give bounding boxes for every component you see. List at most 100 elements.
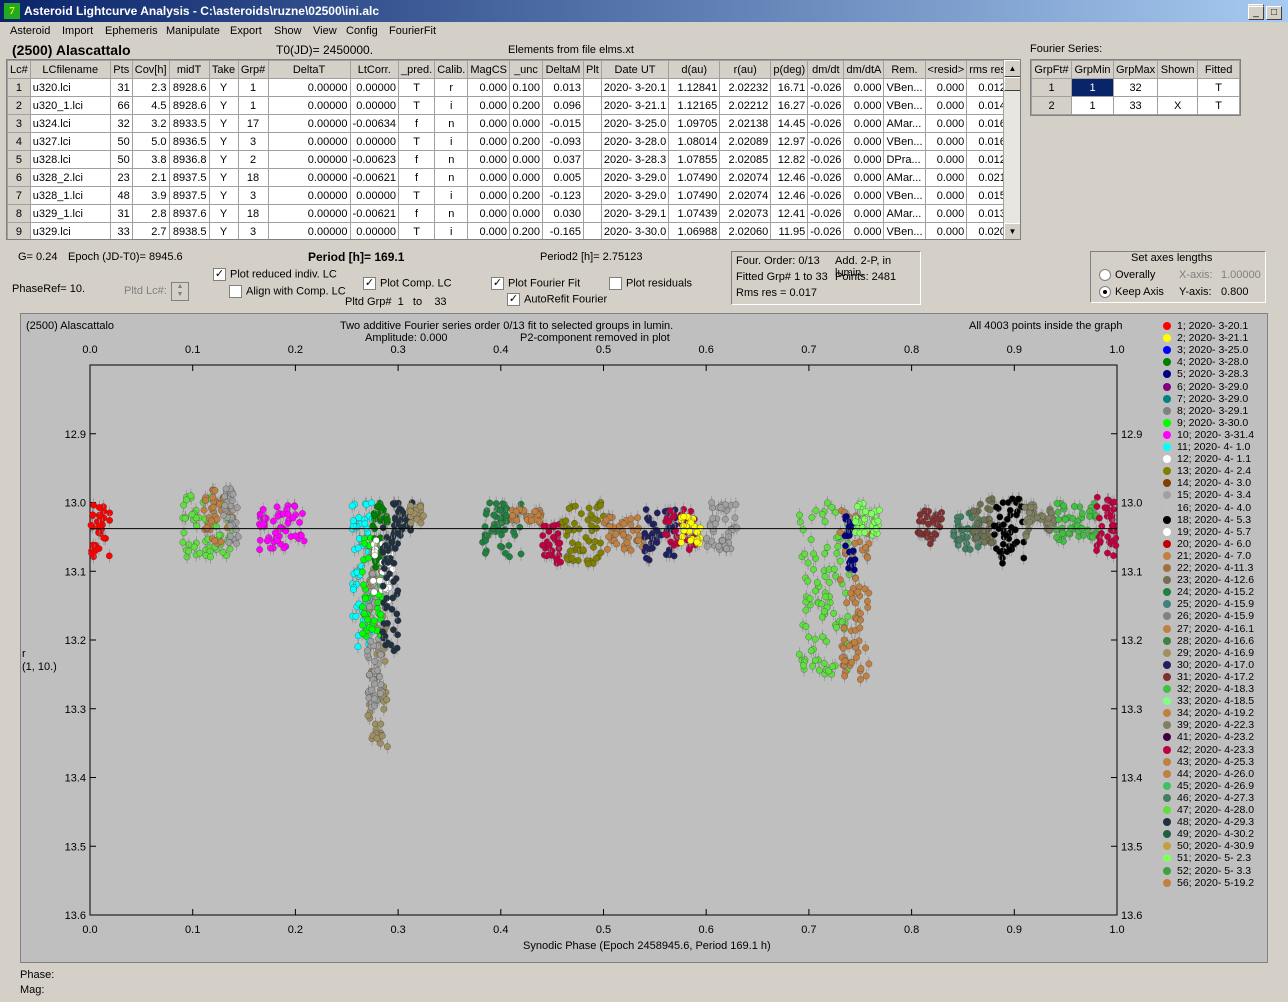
data-point [565,505,573,512]
legend-marker [1163,358,1171,367]
data-point [602,516,610,524]
data-point [233,540,240,547]
data-point [1021,503,1029,511]
data-point [620,545,628,553]
legend-item: 33; 2020- 4-18.5 [1163,695,1254,707]
data-point [368,499,375,507]
x-tick-label-top: 0.7 [801,344,816,356]
legend-item: 51; 2020- 5- 2.3 [1163,852,1251,864]
data-point [394,631,401,639]
data-point [584,516,592,524]
x-tick-label-top: 0.4 [493,344,508,356]
legend-label: 32; 2020- 4-18.3 [1177,683,1255,695]
legend-label: 39; 2020- 4-22.3 [1177,719,1255,732]
legend-item: 4; 2020- 3-28.0 [1163,356,1248,368]
data-point [388,539,395,546]
data-point [933,515,941,522]
data-point [359,568,366,576]
data-point [1104,533,1111,540]
legend-item: 23; 2020- 4-12.6 [1163,574,1254,586]
data-point [1054,508,1062,516]
data-point [396,505,404,513]
data-point [382,641,389,649]
legend-label: 6; 2020- 3-29.0 [1177,380,1249,393]
data-point [588,522,595,530]
data-point [818,613,826,621]
data-point [497,542,504,550]
data-point [383,594,391,602]
data-point [369,522,377,530]
data-point [966,546,974,553]
data-point [256,536,264,544]
phase-readout: Phase: [20,969,55,981]
data-point [839,644,847,652]
data-point [597,502,604,509]
x-tick-label-top: 0.2 [288,344,303,356]
data-point [361,520,369,527]
data-point [228,497,236,504]
data-point [567,547,574,555]
data-point [970,507,977,515]
lightcurve-chart[interactable]: 0.0 0.0 0.1 0.1 0.2 0.2 0.3 0.3 0.4 0.4 0.5 0.5 0.6 0… [0,0,1288,1002]
data-point [501,526,509,534]
data-point [836,557,844,565]
legend-marker [1163,334,1171,343]
data-point [796,511,803,519]
data-point [89,541,97,549]
data-point [371,552,379,559]
legend-label: 15; 2020- 4- 3.4 [1177,489,1252,502]
data-point [665,518,673,525]
data-point [100,534,108,542]
data-point [812,507,820,514]
data-point [87,521,95,529]
data-point [862,672,870,680]
legend-label: 33; 2020- 4-18.5 [1177,695,1255,708]
data-point [857,665,865,672]
legend-item: 18; 2020- 4- 5.3 [1163,514,1251,526]
data-point [1104,549,1111,557]
data-point [802,623,810,630]
data-point [379,732,386,740]
data-point [851,518,859,526]
data-point [854,503,861,511]
data-point [284,511,292,518]
data-point [1109,537,1117,545]
data-point [627,515,635,523]
data-point [1084,526,1092,534]
data-point [377,651,385,659]
legend-label: 56; 2020- 5-19.2 [1177,876,1255,889]
legend-label: 7; 2020- 3-29.0 [1177,392,1249,405]
data-point [391,545,399,552]
data-point [373,503,381,511]
data-point [604,545,611,553]
data-point [546,541,553,549]
data-point [364,647,371,655]
data-point [634,514,641,522]
data-point [1033,514,1041,521]
data-point [833,624,840,631]
data-point [193,522,201,530]
legend-item: 32; 2020- 4-18.3 [1163,683,1254,695]
legend-item: 27; 2020- 4-16.1 [1163,623,1254,635]
y-axis-subtitle: (1, 10.) [22,661,57,673]
data-point [964,533,971,541]
data-point [1096,514,1103,522]
data-point [367,686,375,694]
data-point [985,496,993,504]
legend-label: 5; 2020- 3-28.3 [1177,368,1249,381]
data-point [349,517,357,524]
data-point [717,504,725,512]
data-point [820,659,828,667]
data-point [921,507,928,515]
legend-label: 9; 2020- 3-30.0 [1177,416,1249,429]
data-point [830,565,838,573]
data-point [645,517,652,524]
data-point [821,518,829,526]
y-tick-label-right: 12.9 [1121,429,1142,441]
y-tick-label-left: 13.3 [65,704,86,716]
data-point [815,666,823,674]
data-point [1110,505,1117,513]
y-tick-label-right: 13.0 [1121,498,1142,510]
data-point [528,516,535,524]
data-point [832,508,839,516]
